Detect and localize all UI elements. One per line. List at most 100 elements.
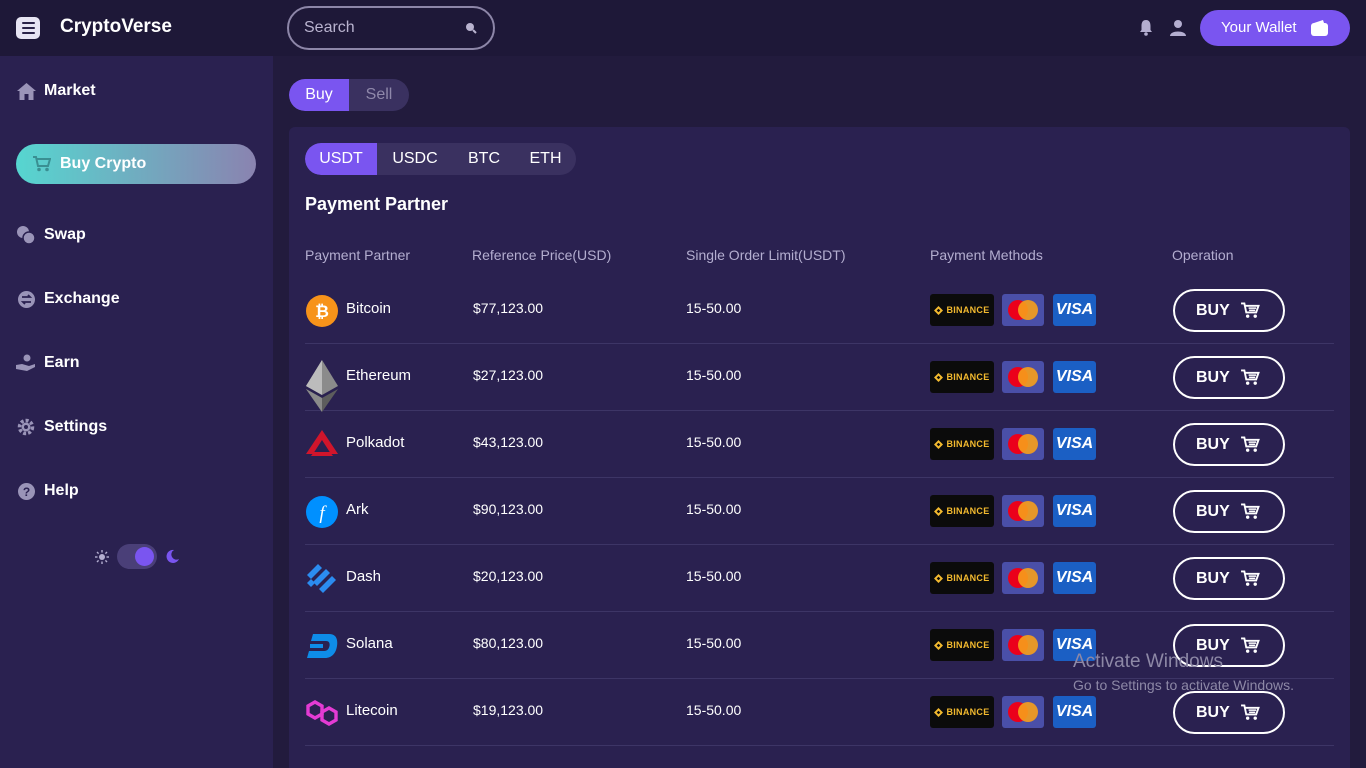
visa-icon: VISA bbox=[1053, 562, 1096, 594]
cart-icon bbox=[32, 154, 52, 174]
visa-icon: VISA bbox=[1053, 696, 1096, 728]
order-limit: 15-50.00 bbox=[686, 300, 742, 316]
sidebar-item-label: Settings bbox=[44, 418, 108, 435]
reference-price: $43,123.00 bbox=[473, 434, 544, 450]
reference-price: $80,123.00 bbox=[473, 635, 544, 651]
visa-icon: VISA bbox=[1053, 361, 1096, 393]
order-limit: 15-50.00 bbox=[686, 501, 742, 517]
exchange-icon bbox=[16, 289, 36, 309]
reference-price: $19,123.00 bbox=[473, 702, 544, 718]
bell-icon[interactable] bbox=[1139, 19, 1153, 36]
cart-icon bbox=[1241, 369, 1260, 391]
polkadot-logo-icon bbox=[305, 428, 339, 462]
coin-name: Ethereum bbox=[346, 367, 412, 384]
section-title: Payment Partner bbox=[305, 194, 449, 214]
buy-button[interactable]: BUY bbox=[1173, 289, 1285, 332]
coin-name: Polkadot bbox=[346, 434, 405, 451]
ark-logo-icon: f bbox=[305, 495, 339, 529]
reference-price: $20,123.00 bbox=[473, 568, 544, 584]
column-header-limit: Single Order Limit(USDT) bbox=[686, 247, 846, 263]
reference-price: $77,123.00 bbox=[473, 300, 544, 316]
binance-pay-icon: BINANCE bbox=[930, 361, 994, 393]
mastercard-icon bbox=[1002, 629, 1044, 661]
wallet-icon bbox=[1311, 20, 1328, 36]
sidebar-item-label: Help bbox=[44, 482, 79, 499]
sidebar-item-earn[interactable]: Earn bbox=[16, 343, 256, 383]
buy-button[interactable]: BUY bbox=[1173, 356, 1285, 399]
menu-icon[interactable] bbox=[16, 17, 40, 39]
windows-activation-watermark: Activate Windows Go to Settings to activ… bbox=[1073, 651, 1294, 693]
sidebar-item-help[interactable]: ? Help bbox=[16, 471, 256, 511]
buy-button[interactable]: BUY bbox=[1173, 557, 1285, 600]
theme-toggle[interactable] bbox=[92, 544, 192, 570]
visa-label: VISA bbox=[1055, 435, 1094, 452]
buy-button[interactable]: BUY bbox=[1173, 691, 1285, 734]
watermark-subtitle: Go to Settings to activate Windows. bbox=[1073, 677, 1294, 693]
solana-logo-icon bbox=[305, 629, 339, 663]
sidebar-item-exchange[interactable]: Exchange bbox=[16, 279, 256, 319]
theme-switch[interactable] bbox=[117, 544, 157, 569]
theme-switch-knob bbox=[135, 547, 154, 566]
binance-label: BINANCE bbox=[946, 506, 990, 516]
order-limit: 15-50.00 bbox=[686, 568, 742, 584]
tab-sell[interactable]: Sell bbox=[349, 79, 409, 111]
cart-icon bbox=[1241, 570, 1260, 592]
column-header-price: Reference Price(USD) bbox=[472, 247, 612, 263]
table-row: f Ark $90,123.00 15-50.00 BINANCE VISA B… bbox=[305, 478, 1334, 545]
watermark-title: Activate Windows bbox=[1073, 651, 1223, 672]
binance-label: BINANCE bbox=[946, 640, 990, 650]
reference-price: $27,123.00 bbox=[473, 367, 544, 383]
visa-label: VISA bbox=[1055, 703, 1094, 720]
search-input[interactable] bbox=[304, 18, 454, 38]
coin-tabs: USDT USDC BTC ETH bbox=[305, 143, 576, 175]
column-header-methods: Payment Methods bbox=[930, 247, 1043, 263]
your-wallet-button[interactable]: Your Wallet bbox=[1200, 10, 1350, 46]
sidebar-item-settings[interactable]: Settings bbox=[16, 407, 256, 447]
sidebar-item-label: Swap bbox=[44, 226, 86, 243]
coin-name: Ark bbox=[346, 501, 369, 518]
tab-eth[interactable]: ETH bbox=[515, 143, 576, 175]
binance-pay-icon: BINANCE bbox=[930, 495, 994, 527]
buy-button-label: BUY bbox=[1196, 369, 1230, 386]
mastercard-icon bbox=[1002, 696, 1044, 728]
tab-usdc[interactable]: USDC bbox=[377, 143, 453, 175]
binance-label: BINANCE bbox=[946, 372, 990, 382]
help-icon: ? bbox=[16, 481, 36, 501]
visa-icon: VISA bbox=[1053, 294, 1096, 326]
buy-button[interactable]: BUY bbox=[1173, 423, 1285, 466]
binance-label: BINANCE bbox=[946, 573, 990, 583]
buy-button-label: BUY bbox=[1196, 302, 1230, 319]
swap-coins-icon bbox=[16, 225, 36, 245]
order-limit: 15-50.00 bbox=[686, 635, 742, 651]
coin-name: Dash bbox=[346, 568, 382, 585]
order-limit: 15-50.00 bbox=[686, 367, 742, 383]
binance-pay-icon: BINANCE bbox=[930, 294, 994, 326]
sidebar-item-buy-crypto[interactable]: Buy Crypto bbox=[16, 144, 256, 184]
coin-name: Solana bbox=[346, 635, 393, 652]
search-box[interactable] bbox=[287, 6, 495, 50]
mastercard-icon bbox=[1002, 294, 1044, 326]
mastercard-icon bbox=[1002, 361, 1044, 393]
tab-btc[interactable]: BTC bbox=[453, 143, 515, 175]
table-row: Polkadot $43,123.00 15-50.00 BINANCE VIS… bbox=[305, 411, 1334, 478]
mastercard-icon bbox=[1002, 428, 1044, 460]
binance-label: BINANCE bbox=[946, 439, 990, 449]
sidebar-item-market[interactable]: Market bbox=[16, 71, 256, 111]
column-header-partner: Payment Partner bbox=[305, 247, 411, 263]
mastercard-icon bbox=[1002, 562, 1044, 594]
buy-button-label: BUY bbox=[1196, 704, 1230, 721]
search-icon[interactable] bbox=[465, 22, 477, 34]
buy-button[interactable]: BUY bbox=[1173, 490, 1285, 533]
buy-button-label: BUY bbox=[1196, 503, 1230, 520]
sidebar-item-label: Earn bbox=[44, 354, 80, 371]
tab-buy[interactable]: Buy bbox=[289, 79, 349, 111]
reference-price: $90,123.00 bbox=[473, 501, 544, 517]
cart-icon bbox=[1241, 436, 1260, 458]
sidebar-item-swap[interactable]: Swap bbox=[16, 215, 256, 255]
binance-pay-icon: BINANCE bbox=[930, 696, 994, 728]
binance-pay-icon: BINANCE bbox=[930, 629, 994, 661]
order-limit: 15-50.00 bbox=[686, 434, 742, 450]
tab-usdt[interactable]: USDT bbox=[305, 143, 377, 175]
user-icon[interactable] bbox=[1170, 19, 1186, 36]
visa-icon: VISA bbox=[1053, 428, 1096, 460]
